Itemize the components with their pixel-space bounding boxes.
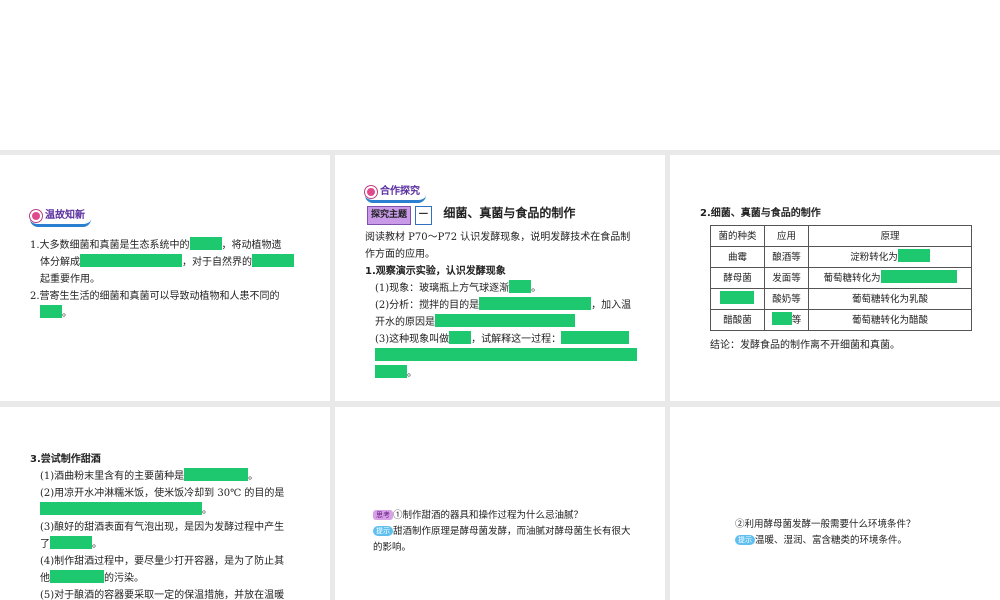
slide-thumbnail-table[interactable]: 2.细菌、真菌与食品的制作 菌的种类 应用 原理 曲霉 酿酒等 淀粉转化为 酵母菌 发面等… [670, 155, 1000, 401]
answer-blank [479, 297, 592, 310]
text: 酵母菌 [710, 267, 765, 289]
text: 曲霉 [710, 246, 765, 268]
text: 等 [791, 314, 802, 326]
answer-blank [435, 314, 575, 327]
text: 起重要作用。 [40, 274, 100, 285]
theme-heading: 探究主题 一 细菌、真菌与食品的制作 [367, 205, 575, 225]
text: 葡萄糖转化为 [823, 272, 881, 284]
text: ①制作甜酒的器具和操作过程为什么忌油腻？ [393, 510, 584, 521]
table-header: 菌的种类 应用 原理 [710, 225, 972, 247]
text: 他 [40, 573, 50, 584]
slide-text: 思考 ①制作甜酒的器具和操作过程为什么忌油腻？ 提示 甜酒制作原理是酵母菌发酵，而油… [373, 508, 633, 556]
answer-blank [252, 254, 294, 267]
slide-thumbnail-explore[interactable]: 合作探究 探究主题 一 细菌、真菌与食品的制作 阅读教材 P70～P72 认识发… [335, 155, 665, 401]
text: 葡萄糖转化为醋酸 [808, 309, 972, 331]
text: 。 [92, 539, 102, 550]
text: (3)这种现象叫做 [375, 334, 450, 345]
text: 。 [531, 283, 542, 294]
answer-blank [50, 536, 92, 549]
text: (1)酒曲粉末里含有的主要菌种是 [40, 471, 185, 482]
answer-blank [771, 311, 792, 325]
section-title: 温故知新 [45, 210, 85, 221]
answer-blank [80, 254, 182, 267]
text: 1.观察演示实验，认识发酵现象 [365, 266, 506, 277]
text: 的污染。 [104, 573, 144, 584]
conclusion-text: 结论：发酵食品的制作离不开细菌和真菌。 [710, 340, 900, 351]
answer-blank [189, 237, 222, 250]
text: (2)分析：搅拌的目的是 [375, 300, 480, 311]
text: (5)对于酿酒的容器要采取一定的保温措施，并放在温暖 [40, 590, 285, 600]
text: 。 [62, 308, 72, 319]
text: 酿酒等 [763, 246, 810, 268]
text: 了 [40, 539, 50, 550]
text: 2.营寄生生活的细菌和真菌可以导致动植物和人患不同的 [30, 291, 280, 302]
text: 菌的种类 [710, 225, 765, 247]
text: 开水的原因是 [375, 317, 435, 328]
text: 原理 [808, 225, 972, 247]
text: 温暖、湿润、富含糖类的环境条件。 [755, 535, 908, 546]
text: (2)用凉开水冲淋糯米饭，使米饭冷却到 30℃ 的目的是 [40, 488, 285, 499]
slide-heading: 2.细菌、真菌与食品的制作 [700, 208, 821, 219]
slide-previous-row[interactable] [0, 0, 1000, 150]
answer-blank [509, 280, 532, 293]
slide-thumbnail-review[interactable]: 温故知新 1.大多数细菌和真菌是生态系统中的 ，将动植物遗 体分解成 ，对于自然界的… [0, 155, 330, 401]
section-title: 合作探究 [380, 186, 420, 197]
text: ，试解释这一过程： [471, 334, 562, 345]
think-tag: 思考 [373, 510, 393, 520]
text: 体分解成 [40, 257, 80, 268]
text: 3.尝试制作甜酒 [30, 454, 101, 465]
text: ，对于自然界的 [182, 257, 252, 268]
text: (4)制作甜酒过程中，要尽量少打开容器，是为了防止其 [40, 556, 285, 567]
text: ，加入温 [591, 300, 632, 311]
text: 1.大多数细菌和真菌是生态系统中的 [30, 240, 190, 251]
answer-blank [449, 331, 472, 344]
table-row: 酸奶等 葡萄糖转化为乳酸 [710, 288, 972, 310]
text: 醋酸菌 [710, 309, 765, 331]
text: 。 [248, 471, 259, 482]
answer-blank [880, 269, 957, 283]
text: ，将动植物遗 [221, 240, 282, 251]
text: ②利用酵母菌发酵一般需要什么环境条件？ [735, 519, 916, 530]
answer-blank [50, 570, 104, 583]
text: (1)现象：玻璃瓶上方气球逐渐 [375, 283, 510, 294]
answer-blank [184, 468, 249, 481]
answer-blank [897, 248, 930, 262]
table-row: 醋酸菌 等葡萄糖转化为醋酸 [710, 309, 972, 331]
answer-blank [720, 290, 755, 304]
slide-text: ②利用酵母菌发酵一般需要什么环境条件？ 提示 温暖、湿润、富含糖类的环境条件。 [735, 517, 975, 549]
slide-thumbnail-sweet-wine[interactable]: 3.尝试制作甜酒 (1)酒曲粉末里含有的主要菌种是。 (2)用凉开水冲淋糯米饭，… [0, 407, 330, 600]
answer-blank [375, 348, 637, 361]
slide-thumbnail-think-2[interactable]: ②利用酵母菌发酵一般需要什么环境条件？ 提示 温暖、湿润、富含糖类的环境条件。 [670, 407, 1000, 600]
tip-tag: 提示 [735, 535, 755, 545]
text: 探究主题 [367, 206, 412, 225]
answer-blank [375, 365, 407, 378]
text: 酸奶等 [763, 288, 810, 310]
slide-text: 3.尝试制作甜酒 (1)酒曲粉末里含有的主要菌种是。 (2)用凉开水冲淋糯米饭，… [30, 451, 305, 600]
text: 甜酒制作原理是酵母菌发酵，而油腻对酵母菌生长有很大的影响。 [373, 526, 631, 553]
section-badge: 合作探究 [365, 183, 426, 203]
text: (3)酿好的甜酒表面有气泡出现，是因为发酵过程中产生 [40, 522, 285, 533]
text: 淀粉转化为 [850, 251, 898, 263]
fermentation-table: 菌的种类 应用 原理 曲霉 酿酒等 淀粉转化为 酵母菌 发面等 葡萄糖转化为 酸奶等 葡萄糖转… [710, 225, 972, 331]
text: 细菌、真菌与食品的制作 [443, 206, 576, 220]
answer-blank [561, 331, 630, 344]
table-row: 曲霉 酿酒等 淀粉转化为 [710, 246, 972, 268]
bullet-icon [365, 185, 377, 198]
text: 。 [407, 368, 417, 379]
text: 。 [202, 505, 212, 516]
section-badge: 温故知新 [30, 207, 91, 227]
text: 发面等 [763, 267, 810, 289]
slide-text: 阅读教材 P70～P72 认识发酵现象，说明发酵技术在食品制作方面的应用。 1.… [365, 229, 640, 382]
text: 阅读教材 P70～P72 认识发酵现象，说明发酵技术在食品制作方面的应用。 [365, 232, 631, 260]
text: 葡萄糖转化为乳酸 [808, 288, 972, 310]
slide-thumbnail-think-1[interactable]: 思考 ①制作甜酒的器具和操作过程为什么忌油腻？ 提示 甜酒制作原理是酵母菌发酵，而油… [335, 407, 665, 600]
tip-tag: 提示 [373, 526, 393, 536]
text: 一 [414, 206, 432, 225]
slide-text: 1.大多数细菌和真菌是生态系统中的 ，将动植物遗 体分解成 ，对于自然界的 起重要作… [30, 237, 305, 322]
text: 应用 [763, 225, 810, 247]
table-row: 酵母菌 发面等 葡萄糖转化为 [710, 267, 972, 289]
bullet-icon [30, 209, 42, 222]
answer-blank [40, 305, 62, 318]
answer-blank [40, 502, 202, 515]
